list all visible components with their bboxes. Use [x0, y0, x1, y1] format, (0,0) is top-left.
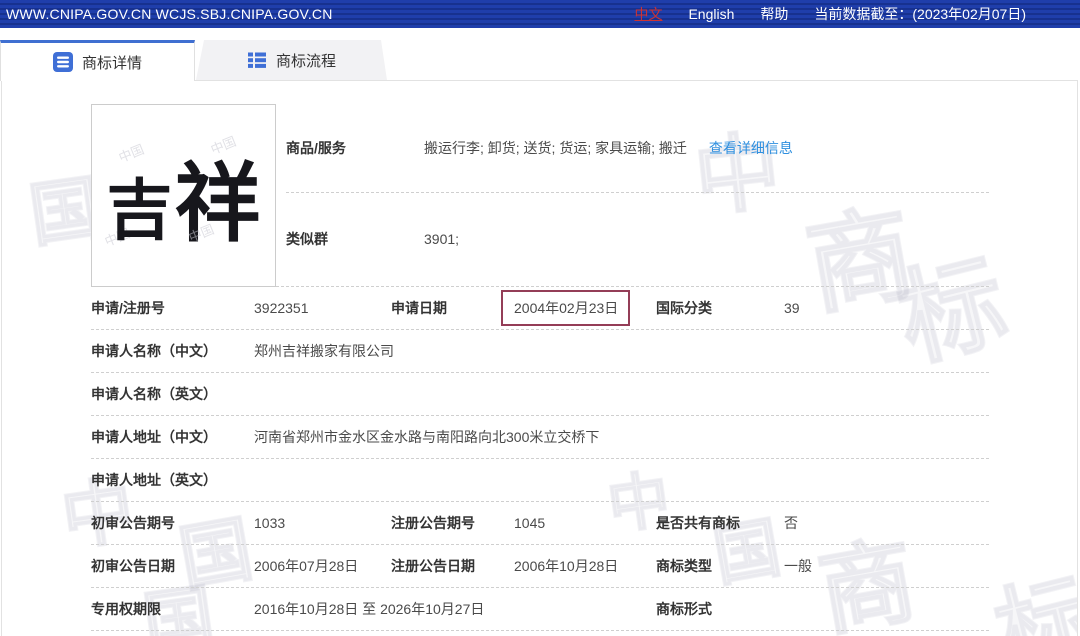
- table-row-application-number: 申请/注册号 3922351 申请日期 2004年02月23日 国际分类 39: [91, 287, 989, 330]
- field-label: 类似群: [286, 229, 424, 249]
- lang-english-link[interactable]: English: [688, 6, 734, 22]
- field-value: 1033: [254, 515, 391, 531]
- field-label: 商标形式: [656, 599, 784, 619]
- help-link[interactable]: 帮助: [760, 4, 788, 24]
- trademark-summary-section: 中国 中国 中国 中国 吉 祥 商品/服务 搬运行李; 卸货; 送货; 货运; …: [91, 81, 989, 287]
- top-bar: WWW.CNIPA.GOV.CN WCJS.SBJ.CNIPA.GOV.CN 中…: [0, 0, 1080, 28]
- field-label: 是否共有商标: [656, 513, 784, 533]
- field-value: 郑州吉祥搬家有限公司: [254, 341, 989, 361]
- field-value: 2006年10月28日: [514, 556, 656, 576]
- tab-label: 商标详情: [82, 52, 142, 73]
- table-row-applicant-address-cn: 申请人地址（中文） 河南省郑州市金水区金水路与南阳路向北300米立交桥下: [91, 416, 989, 459]
- field-label: 初审公告期号: [91, 513, 254, 533]
- lang-chinese-link[interactable]: 中文: [634, 4, 662, 24]
- field-value: 1045: [514, 515, 656, 531]
- field-label: 申请/注册号: [91, 298, 254, 318]
- topbar-links: 中文 English 帮助 当前数据截至：(2023年02月07日): [634, 4, 1080, 24]
- field-label: 申请人名称（中文）: [91, 341, 254, 361]
- table-row-gazette-numbers: 初审公告期号 1033 注册公告期号 1045 是否共有商标 否: [91, 502, 989, 545]
- goods-services-column: 商品/服务 搬运行李; 卸货; 送货; 货运; 家具运输; 搬迁 查看详细信息 …: [286, 104, 989, 286]
- list-bullets-icon: [247, 50, 267, 70]
- field-label: 商标类型: [656, 556, 784, 576]
- trademark-detail-panel: 中 商 标 国 中 国 中 国 商 标 国 中国 中国 中国 中国 吉 祥 商品…: [1, 80, 1078, 636]
- field-value: 搬运行李; 卸货; 送货; 货运; 家具运输; 搬迁: [424, 138, 687, 158]
- highlighted-application-date: 2004年02月23日: [501, 290, 630, 326]
- field-value: 3922351: [254, 300, 391, 316]
- field-label: 注册公告期号: [391, 513, 514, 533]
- field-value: 39: [784, 300, 989, 316]
- field-label: 商品/服务: [286, 138, 424, 158]
- watermark-glyph: 标: [987, 569, 1078, 636]
- tab-bar: 商标详情 商标流程: [0, 28, 1080, 80]
- field-value: 否: [784, 513, 989, 533]
- field-label: 初审公告日期: [91, 556, 254, 576]
- table-row-applicant-address-en: 申请人地址（英文）: [91, 459, 989, 502]
- field-label: 申请人地址（英文）: [91, 470, 254, 490]
- table-row-gazette-dates: 初审公告日期 2006年07月28日 注册公告日期 2006年10月28日 商标…: [91, 545, 989, 588]
- field-value: 2006年07月28日: [254, 556, 391, 576]
- table-row-applicant-name-cn: 申请人名称（中文） 郑州吉祥搬家有限公司: [91, 330, 989, 373]
- trademark-image: 中国 中国 中国 中国 吉 祥: [91, 104, 276, 287]
- field-label: 申请人名称（英文）: [91, 384, 254, 404]
- document-lines-icon: [53, 52, 73, 72]
- field-value: 3901;: [424, 231, 459, 247]
- tab-label: 商标流程: [276, 50, 336, 71]
- field-label: 专用权期限: [91, 599, 254, 619]
- view-details-link[interactable]: 查看详细信息: [709, 138, 793, 158]
- tab-trademark-process[interactable]: 商标流程: [196, 40, 387, 80]
- field-label: 申请人地址（中文）: [91, 427, 254, 447]
- data-cutoff-text: 当前数据截至：(2023年02月07日): [814, 4, 1026, 24]
- field-value: 一般: [784, 556, 989, 576]
- field-value: 2004年02月23日: [514, 290, 656, 326]
- table-row-exclusive-right-period: 专用权期限 2016年10月28日 至 2026年10月27日 商标形式: [91, 588, 989, 631]
- field-label: 注册公告日期: [391, 556, 514, 576]
- table-row-applicant-name-en: 申请人名称（英文）: [91, 373, 989, 416]
- field-value: 河南省郑州市金水区金水路与南阳路向北300米立交桥下: [254, 427, 989, 447]
- field-value: 2016年10月28日 至 2026年10月27日: [254, 599, 656, 619]
- field-label: 申请日期: [391, 298, 514, 318]
- goods-services-row: 商品/服务 搬运行李; 卸货; 送货; 货运; 家具运输; 搬迁 查看详细信息: [286, 104, 989, 193]
- tab-trademark-detail[interactable]: 商标详情: [0, 40, 195, 81]
- field-label: 国际分类: [656, 298, 784, 318]
- site-domains: WWW.CNIPA.GOV.CN WCJS.SBJ.CNIPA.GOV.CN: [0, 6, 333, 22]
- similar-group-row: 类似群 3901;: [286, 193, 989, 286]
